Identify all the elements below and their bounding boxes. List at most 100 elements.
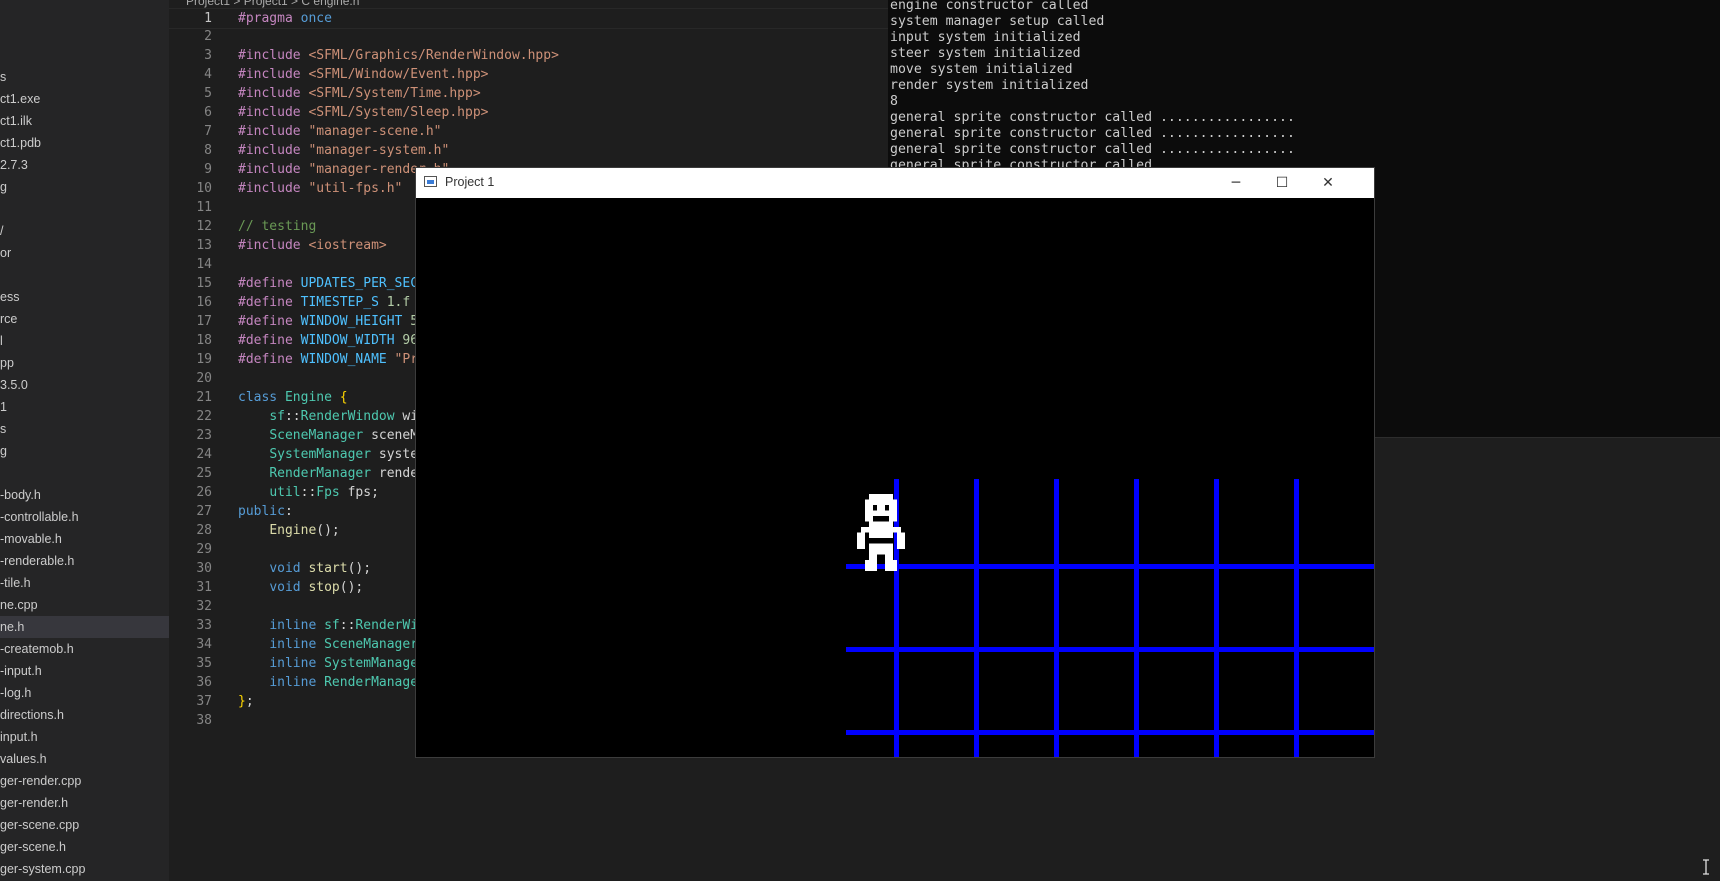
line-number: 3 bbox=[204, 48, 212, 63]
line-number: 30 bbox=[196, 561, 212, 576]
code-line[interactable]: 7 #include "manager-scene.h" bbox=[169, 122, 888, 141]
line-number: 2 bbox=[204, 29, 212, 44]
grid-line-vertical bbox=[1054, 479, 1059, 757]
sidebar-file-item[interactable]: ct1.pdb bbox=[0, 132, 169, 154]
sidebar-file-label: s bbox=[0, 422, 7, 436]
sidebar-file-item[interactable]: -log.h bbox=[0, 682, 169, 704]
sidebar-file-label: ger-scene.h bbox=[0, 840, 67, 854]
line-number: 28 bbox=[196, 523, 212, 538]
sidebar-file-item[interactable]: 1 bbox=[0, 396, 169, 418]
code-text: #define WINDOW_WIDTH 960 bbox=[238, 333, 426, 348]
sidebar-file-item[interactable]: l bbox=[0, 330, 169, 352]
sidebar-file-label: s bbox=[0, 70, 7, 84]
sidebar-file-item[interactable]: -createmob.h bbox=[0, 638, 169, 660]
game-canvas[interactable] bbox=[416, 198, 1374, 757]
code-line[interactable]: 1 #pragma once bbox=[169, 8, 888, 29]
sidebar-file-label: -createmob.h bbox=[0, 642, 74, 656]
code-text: #include "util-fps.h" bbox=[238, 181, 403, 196]
sidebar-file-item[interactable]: g bbox=[0, 440, 169, 462]
sidebar-file-item[interactable]: ger-system.cpp bbox=[0, 858, 169, 880]
sidebar-file-item[interactable]: ne.cpp bbox=[0, 594, 169, 616]
code-line[interactable]: 2 bbox=[169, 27, 888, 46]
line-number: 26 bbox=[196, 485, 212, 500]
code-text: #define TIMESTEP_S 1.f bbox=[238, 295, 411, 310]
code-text: inline RenderManager bbox=[269, 675, 426, 690]
sidebar-file-item[interactable] bbox=[0, 462, 169, 484]
sidebar-file-item[interactable]: -body.h bbox=[0, 484, 169, 506]
sidebar-file-item[interactable]: -controllable.h bbox=[0, 506, 169, 528]
line-number: 36 bbox=[196, 675, 212, 690]
sidebar-file-item[interactable]: ct1.exe bbox=[0, 88, 169, 110]
breadcrumb[interactable]: Project1 > Project1 > C engine.h bbox=[186, 0, 359, 8]
game-window[interactable]: Project 1 ─ ☐ ✕ bbox=[415, 167, 1375, 758]
sidebar-file-item[interactable]: / bbox=[0, 220, 169, 242]
maximize-icon[interactable]: ☐ bbox=[1259, 168, 1305, 198]
line-number: 8 bbox=[204, 143, 212, 158]
sidebar-file-item[interactable]: 3.5.0 bbox=[0, 374, 169, 396]
sidebar-file-item[interactable]: -renderable.h bbox=[0, 550, 169, 572]
line-number: 18 bbox=[196, 333, 212, 348]
sidebar-file-label: ger-render.h bbox=[0, 796, 69, 810]
sidebar-file-item[interactable]: ess bbox=[0, 286, 169, 308]
code-line[interactable]: 5 #include <SFML/System/Time.hpp> bbox=[169, 84, 888, 103]
sidebar-file-label: ct1.pdb bbox=[0, 136, 42, 150]
line-number: 32 bbox=[196, 599, 212, 614]
game-window-titlebar[interactable]: Project 1 ─ ☐ ✕ bbox=[416, 168, 1374, 198]
sidebar-file-item[interactable]: s bbox=[0, 418, 169, 440]
sidebar-file-item[interactable]: -movable.h bbox=[0, 528, 169, 550]
close-icon[interactable]: ✕ bbox=[1305, 168, 1351, 198]
line-number: 38 bbox=[196, 713, 212, 728]
code-text: #include <SFML/System/Time.hpp> bbox=[238, 86, 481, 101]
sidebar-file-label: -input.h bbox=[0, 664, 42, 678]
sidebar-file-item[interactable]: values.h bbox=[0, 748, 169, 770]
line-number: 37 bbox=[196, 694, 212, 709]
sidebar-file-item[interactable]: g bbox=[0, 176, 169, 198]
code-text: inline SceneManager bbox=[269, 637, 419, 652]
sidebar-file-item[interactable]: s bbox=[0, 66, 169, 88]
sidebar-file-item[interactable]: rce bbox=[0, 308, 169, 330]
code-text: #define WINDOW_HEIGHT 540 bbox=[238, 314, 434, 329]
code-text: #include <SFML/System/Sleep.hpp> bbox=[238, 105, 489, 120]
line-number: 16 bbox=[196, 295, 212, 310]
text-cursor-icon bbox=[1703, 859, 1709, 875]
line-number: 13 bbox=[196, 238, 212, 253]
line-number: 33 bbox=[196, 618, 212, 633]
sidebar-file-label: / bbox=[0, 224, 4, 238]
sidebar-file-item[interactable]: -input.h bbox=[0, 660, 169, 682]
sidebar-file-item[interactable]: ger-render.h bbox=[0, 792, 169, 814]
code-line[interactable]: 8 #include "manager-system.h" bbox=[169, 141, 888, 160]
line-number: 21 bbox=[196, 390, 212, 405]
code-text: #include <SFML/Window/Event.hpp> bbox=[238, 67, 489, 82]
sidebar-file-item[interactable]: input.h bbox=[0, 726, 169, 748]
sidebar-file-item[interactable]: ger-scene.cpp bbox=[0, 814, 169, 836]
line-number: 23 bbox=[196, 428, 212, 443]
code-line[interactable]: 6 #include <SFML/System/Sleep.hpp> bbox=[169, 103, 888, 122]
code-text: void start(); bbox=[269, 561, 372, 576]
sidebar-file-item[interactable]: or bbox=[0, 242, 169, 264]
sidebar-file-label: -log.h bbox=[0, 686, 32, 700]
sidebar-file-item[interactable]: ct1.ilk bbox=[0, 110, 169, 132]
sidebar-file-label: ger-scene.cpp bbox=[0, 818, 80, 832]
code-text: inline SystemManager bbox=[269, 656, 426, 671]
sidebar-file-item[interactable]: ne.h bbox=[0, 616, 169, 638]
sidebar-file-item[interactable]: -tile.h bbox=[0, 572, 169, 594]
grid-line-vertical bbox=[1214, 479, 1219, 757]
line-number: 19 bbox=[196, 352, 212, 367]
line-number: 25 bbox=[196, 466, 212, 481]
sidebar-file-label: -body.h bbox=[0, 488, 41, 502]
sidebar-file-item[interactable]: directions.h bbox=[0, 704, 169, 726]
sidebar-file-item[interactable]: 2.7.3 bbox=[0, 154, 169, 176]
code-line[interactable]: 3 #include <SFML/Graphics/RenderWindow.hp… bbox=[169, 46, 888, 65]
minimize-icon[interactable]: ─ bbox=[1213, 168, 1259, 198]
sidebar-file-item[interactable] bbox=[0, 264, 169, 286]
line-number: 35 bbox=[196, 656, 212, 671]
sidebar-file-item[interactable]: ger-render.cpp bbox=[0, 770, 169, 792]
code-line[interactable]: 4 #include <SFML/Window/Event.hpp> bbox=[169, 65, 888, 84]
tile-grid bbox=[846, 479, 1374, 757]
sidebar-file-item[interactable]: pp bbox=[0, 352, 169, 374]
sidebar-file-label: -tile.h bbox=[0, 576, 31, 590]
sidebar-file-item[interactable]: ger-scene.h bbox=[0, 836, 169, 858]
sidebar-file-item[interactable] bbox=[0, 198, 169, 220]
console-line: input system initialized bbox=[890, 30, 1081, 45]
sidebar-file-label: values.h bbox=[0, 752, 47, 766]
